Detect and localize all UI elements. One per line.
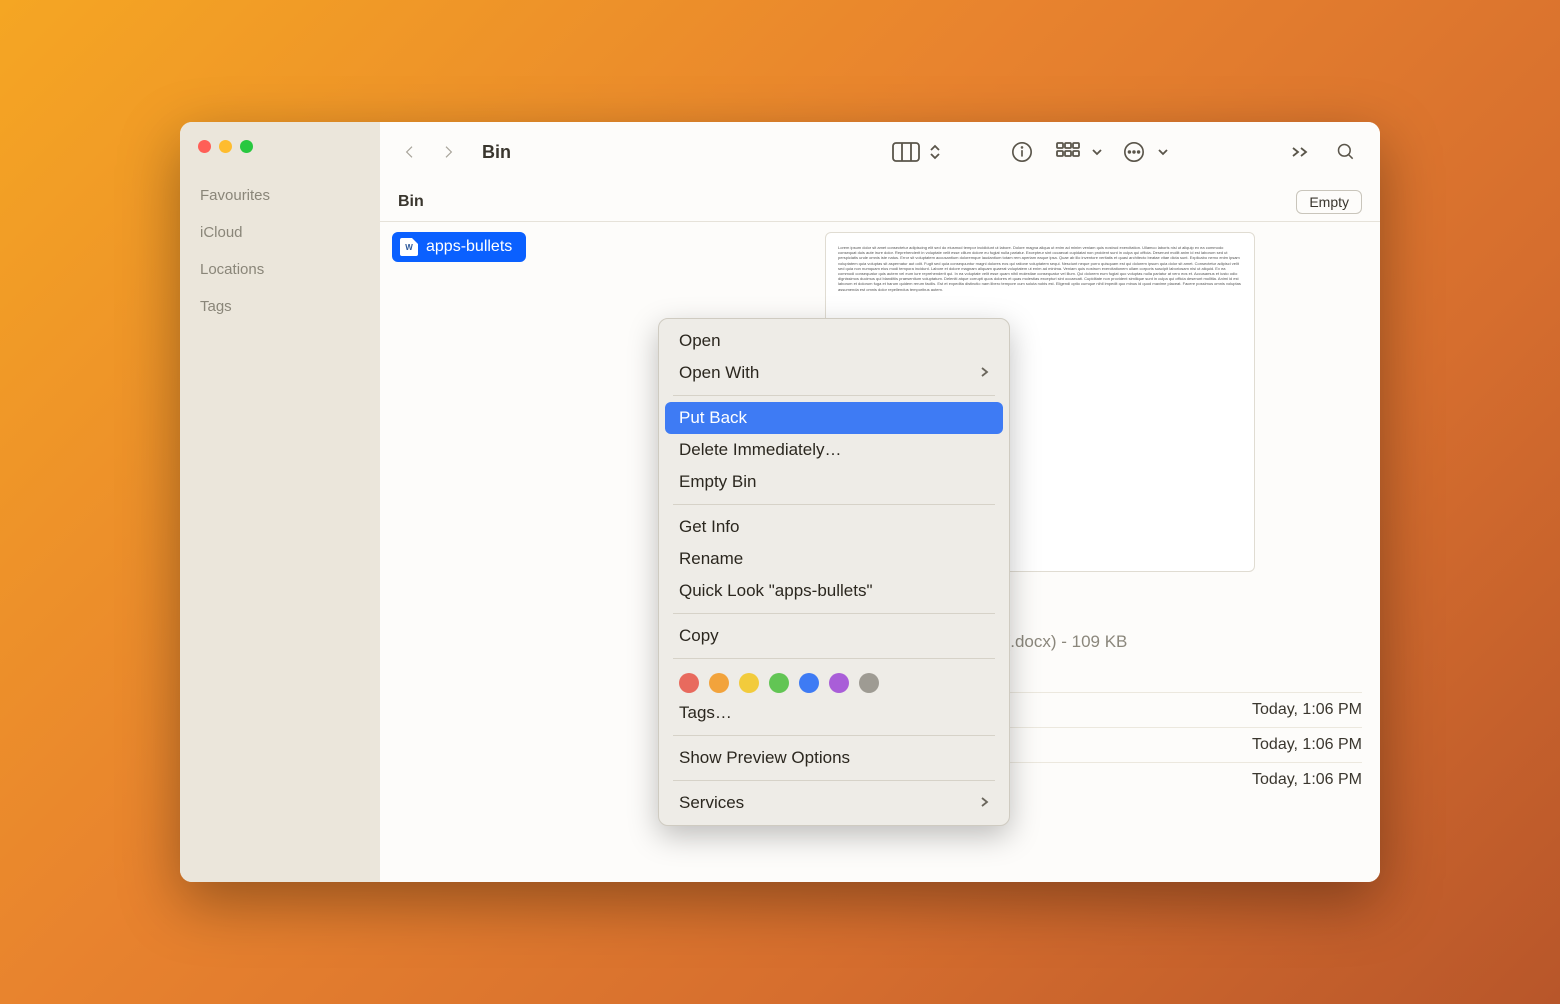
sidebar-section-tags[interactable]: Tags — [180, 288, 380, 325]
metadata-value: Today, 1:06 PM — [1252, 771, 1362, 789]
menu-item-delete-immediately[interactable]: Delete Immediately… — [659, 434, 1009, 466]
fullscreen-window-button[interactable] — [240, 140, 253, 153]
file-list-column: W apps-bullets — [380, 222, 700, 882]
close-window-button[interactable] — [198, 140, 211, 153]
finder-window: Favourites iCloud Locations Tags Bin — [180, 122, 1380, 882]
minimize-window-button[interactable] — [219, 140, 232, 153]
grid-icon — [1056, 142, 1080, 162]
sidebar-section-icloud[interactable]: iCloud — [180, 214, 380, 251]
menu-item-show-preview-options[interactable]: Show Preview Options — [659, 742, 1009, 774]
info-button[interactable] — [1004, 137, 1040, 167]
action-menu-button[interactable] — [1154, 137, 1172, 167]
tag-gray[interactable] — [859, 673, 879, 693]
menu-item-open[interactable]: Open — [659, 325, 1009, 357]
path-bar: Bin Empty — [380, 182, 1380, 222]
menu-item-open-with[interactable]: Open With — [659, 357, 1009, 389]
overflow-button[interactable] — [1282, 137, 1318, 167]
chevron-right-icon — [440, 144, 456, 160]
tag-purple[interactable] — [829, 673, 849, 693]
menu-separator — [673, 395, 995, 396]
metadata-value: Today, 1:06 PM — [1252, 701, 1362, 719]
toolbar: Bin — [380, 122, 1380, 182]
group-menu-button[interactable] — [1088, 137, 1106, 167]
search-button[interactable] — [1328, 137, 1364, 167]
sidebar-section-locations[interactable]: Locations — [180, 251, 380, 288]
menu-item-copy[interactable]: Copy — [659, 620, 1009, 652]
columns-icon — [892, 142, 920, 162]
menu-separator — [673, 735, 995, 736]
chevron-right-icon — [979, 363, 989, 383]
path-title: Bin — [398, 193, 424, 211]
menu-item-quick-look[interactable]: Quick Look "apps-bullets" — [659, 575, 1009, 607]
menu-item-label: Services — [679, 793, 744, 813]
tag-color-row — [659, 665, 1009, 697]
forward-button[interactable] — [434, 138, 462, 166]
menu-separator — [673, 658, 995, 659]
file-name: apps-bullets — [426, 238, 512, 256]
tag-orange[interactable] — [709, 673, 729, 693]
menu-item-services[interactable]: Services — [659, 787, 1009, 819]
menu-item-rename[interactable]: Rename — [659, 543, 1009, 575]
menu-item-put-back[interactable]: Put Back — [665, 402, 1003, 434]
chevron-down-icon — [1091, 148, 1103, 156]
chevron-right-icon — [979, 793, 989, 813]
double-chevron-right-icon — [1291, 146, 1309, 158]
view-columns-button[interactable] — [888, 137, 924, 167]
chevron-down-icon — [1157, 148, 1169, 156]
window-controls — [180, 136, 380, 177]
file-item-selected[interactable]: W apps-bullets — [392, 232, 526, 262]
empty-bin-button[interactable]: Empty — [1296, 190, 1362, 214]
menu-item-label: Open With — [679, 363, 759, 383]
tag-yellow[interactable] — [739, 673, 759, 693]
tag-blue[interactable] — [799, 673, 819, 693]
menu-separator — [673, 504, 995, 505]
tag-green[interactable] — [769, 673, 789, 693]
search-icon — [1336, 142, 1356, 162]
sidebar: Favourites iCloud Locations Tags — [180, 122, 380, 882]
view-menu-button[interactable] — [926, 137, 944, 167]
sidebar-section-favourites[interactable]: Favourites — [180, 177, 380, 214]
up-down-chevron-icon — [929, 143, 941, 161]
ellipsis-circle-icon — [1123, 141, 1145, 163]
window-title: Bin — [482, 142, 511, 163]
action-button[interactable] — [1116, 137, 1152, 167]
menu-item-tags[interactable]: Tags… — [659, 697, 1009, 729]
metadata-value: Today, 1:06 PM — [1252, 736, 1362, 754]
menu-separator — [673, 613, 995, 614]
word-document-icon: W — [400, 238, 418, 256]
context-menu: Open Open With Put Back Delete Immediate… — [658, 318, 1010, 826]
group-button[interactable] — [1050, 137, 1086, 167]
menu-separator — [673, 780, 995, 781]
tag-red[interactable] — [679, 673, 699, 693]
chevron-left-icon — [402, 144, 418, 160]
menu-item-empty-bin[interactable]: Empty Bin — [659, 466, 1009, 498]
back-button[interactable] — [396, 138, 424, 166]
menu-item-get-info[interactable]: Get Info — [659, 511, 1009, 543]
info-icon — [1011, 141, 1033, 163]
